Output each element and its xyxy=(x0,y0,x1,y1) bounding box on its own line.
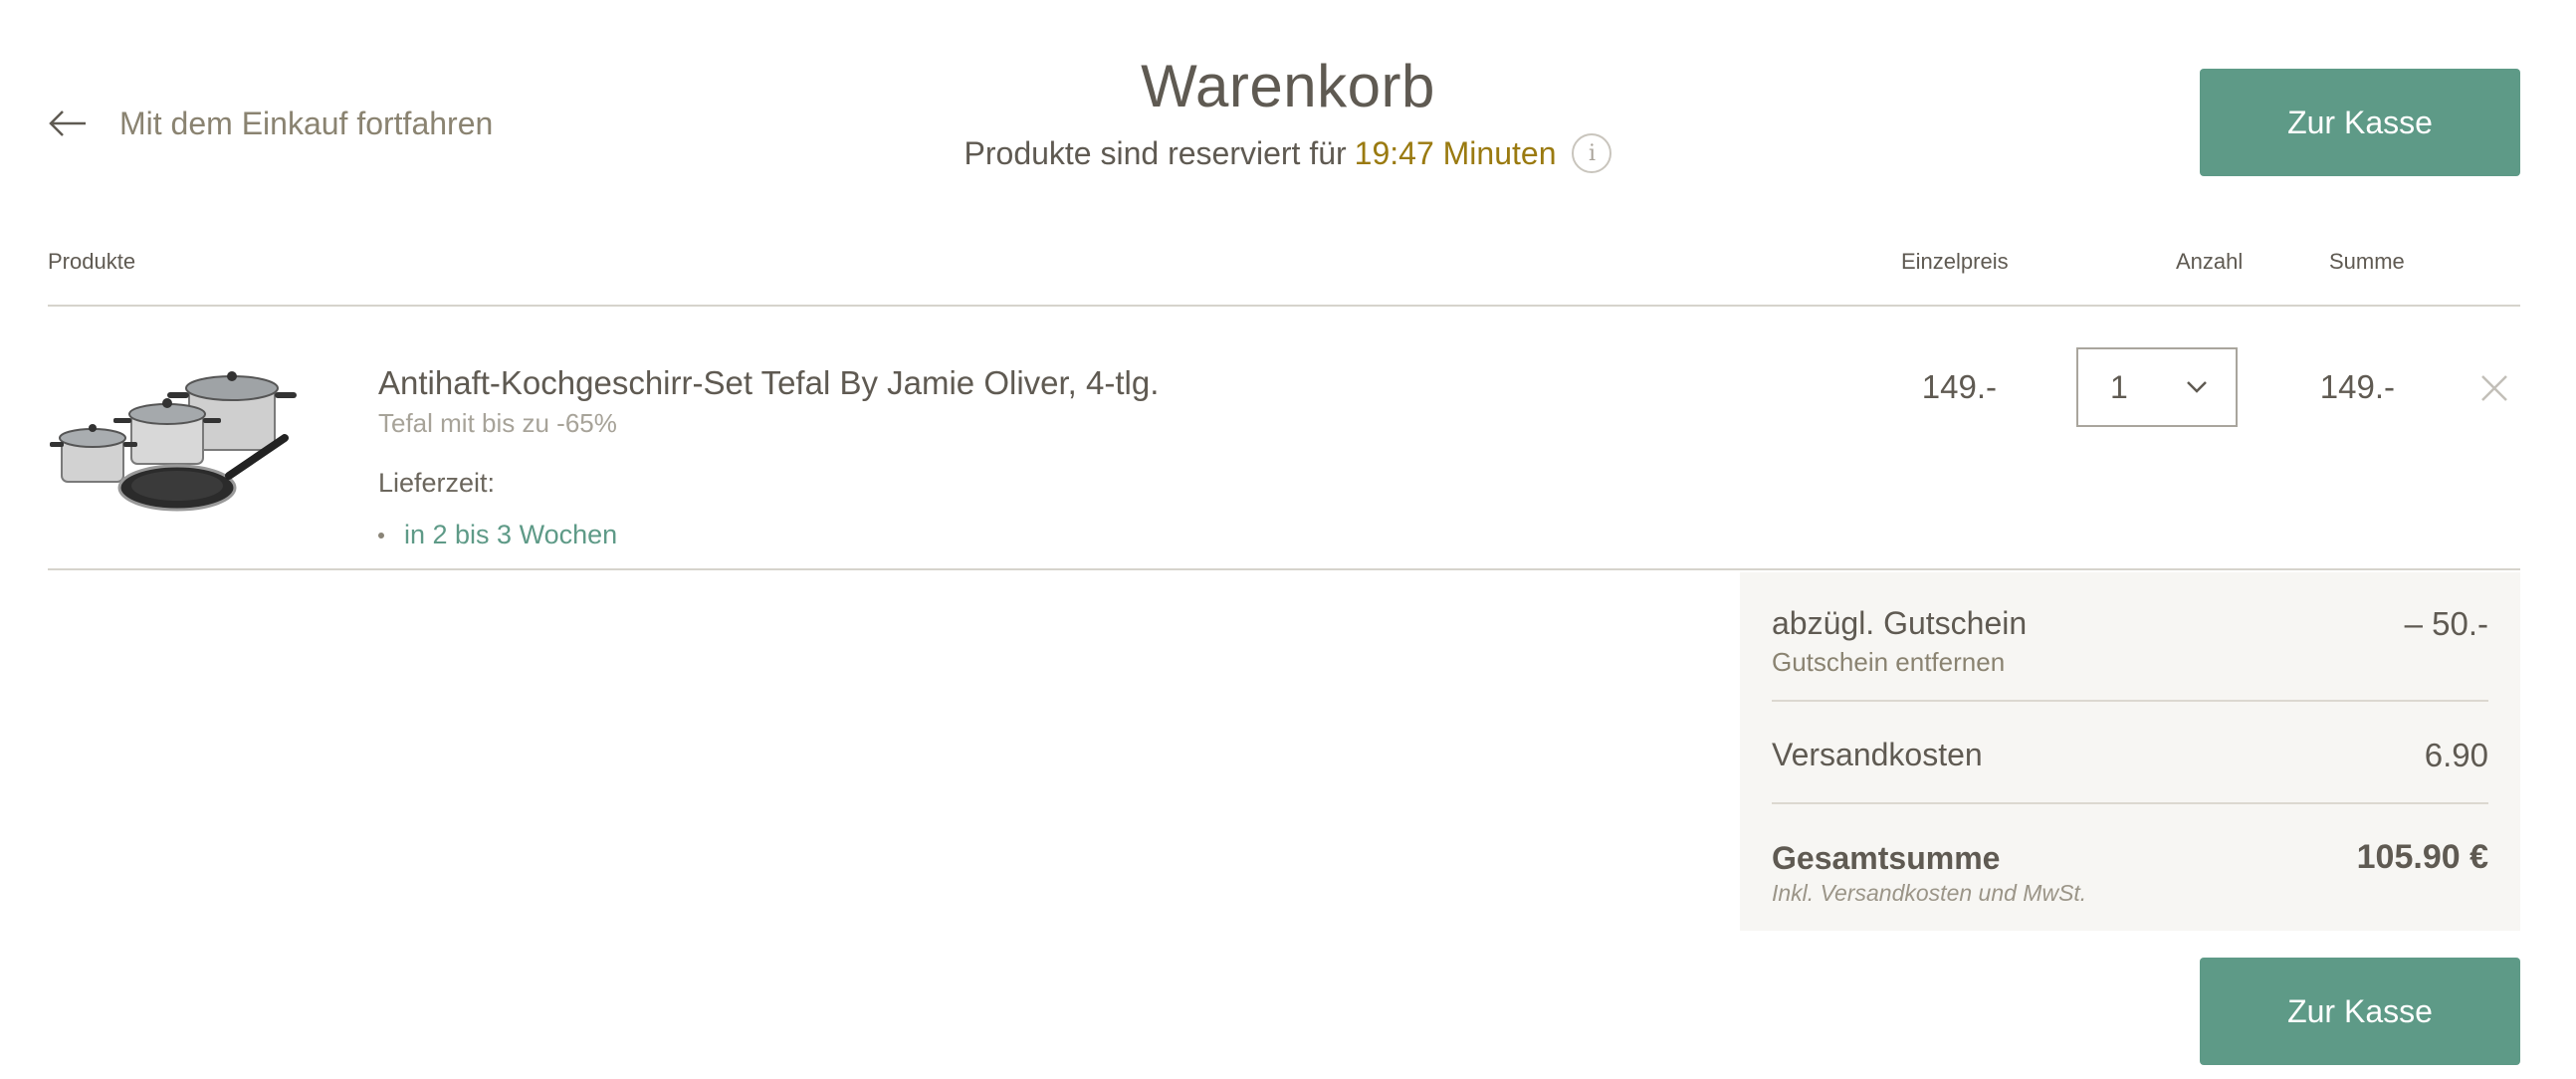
summary-divider xyxy=(1772,700,2488,702)
table-header-divider xyxy=(48,305,2520,307)
page-title: Warenkorb xyxy=(1141,53,1435,119)
shipping-value: 6.90 xyxy=(2424,737,2488,773)
product-subtitle: Tefal mit bis zu -65% xyxy=(378,408,617,438)
shipping-label: Versandkosten xyxy=(1772,737,1983,772)
column-header-unit-price: Einzelpreis xyxy=(1901,249,2009,274)
quantity-value: 1 xyxy=(2110,368,2128,405)
column-header-quantity: Anzahl xyxy=(2176,249,2244,274)
quantity-select[interactable]: 1 xyxy=(2076,347,2238,427)
column-header-total: Summe xyxy=(2329,249,2405,274)
delivery-time: in 2 bis 3 Wochen xyxy=(378,520,617,550)
voucher-value: – 50.- xyxy=(2404,605,2488,642)
bullet-icon xyxy=(378,532,384,539)
checkout-button-top[interactable]: Zur Kasse xyxy=(2200,69,2520,176)
checkout-button-bottom[interactable]: Zur Kasse xyxy=(2200,958,2520,1065)
voucher-label: abzügl. Gutschein xyxy=(1772,605,2028,641)
delivery-label: Lieferzeit: xyxy=(378,468,496,498)
reservation-notice: Produkte sind reserviert für 19:47 Minut… xyxy=(0,133,2576,173)
grand-total-label: Gesamtsumme xyxy=(1772,840,2001,876)
close-icon[interactable] xyxy=(2478,372,2510,404)
product-name[interactable]: Antihaft-Kochgeschirr-Set Tefal By Jamie… xyxy=(378,364,1159,402)
summary-divider xyxy=(1772,802,2488,804)
cookware-set-image xyxy=(50,371,297,512)
reservation-timer: 19:47 Minuten xyxy=(1354,134,1557,171)
remove-voucher-link[interactable]: Gutschein entfernen xyxy=(1772,647,2005,678)
product-row-divider xyxy=(48,568,2520,570)
delivery-time-value: in 2 bis 3 Wochen xyxy=(404,520,618,549)
grand-total-value: 105.90 € xyxy=(2356,838,2488,876)
reservation-text: Produkte sind reserviert für xyxy=(964,134,1347,171)
line-total: 149.- xyxy=(2319,368,2395,405)
info-icon[interactable]: i xyxy=(1572,133,1612,173)
column-header-products: Produkte xyxy=(48,249,136,274)
grand-total-note: Inkl. Versandkosten und MwSt. xyxy=(1772,880,2087,906)
chevron-down-icon xyxy=(2187,381,2207,393)
unit-price: 149.- xyxy=(1921,368,1997,405)
